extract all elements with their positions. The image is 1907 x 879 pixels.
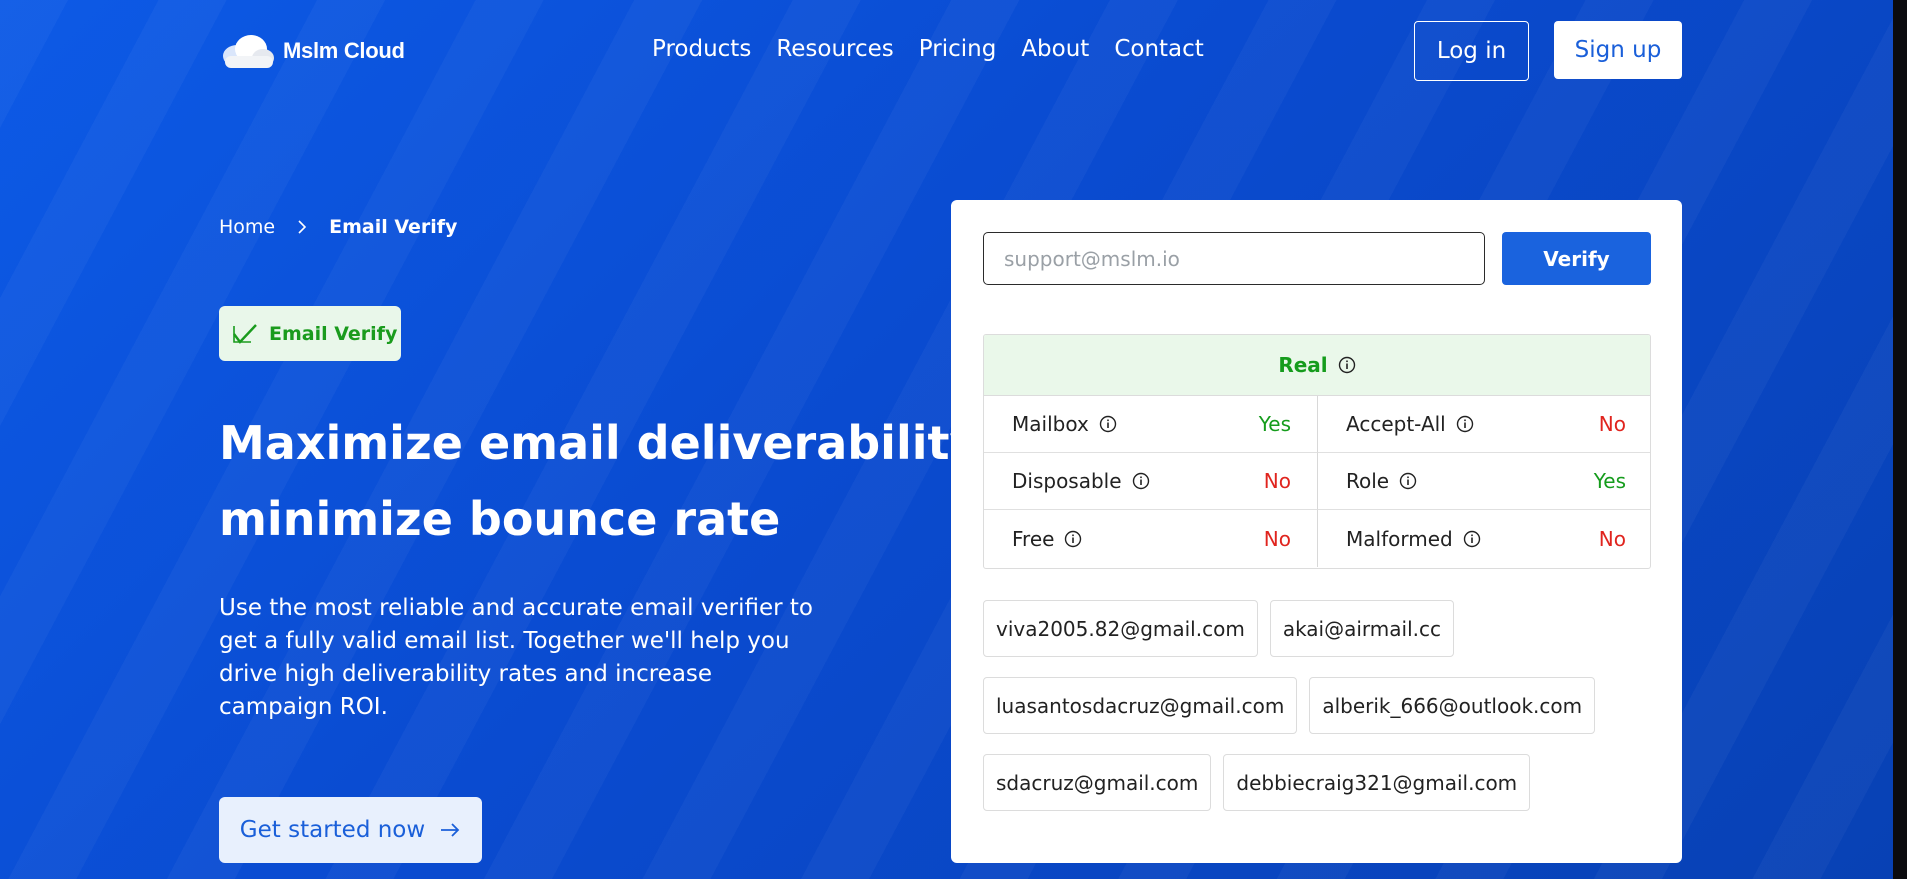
info-icon[interactable] bbox=[1463, 530, 1481, 548]
get-started-button[interactable]: Get started now bbox=[219, 797, 482, 863]
check-label: Malformed bbox=[1346, 526, 1453, 551]
nav-item-pricing[interactable]: Pricing bbox=[919, 36, 997, 62]
check-label: Mailbox bbox=[1012, 412, 1089, 436]
check-role: Role Yes bbox=[1318, 453, 1650, 510]
sample-email-chip[interactable]: viva2005.82@gmail.com bbox=[983, 600, 1258, 657]
check-label: Free bbox=[1012, 526, 1055, 551]
headline-rest-2: bounce rate bbox=[452, 492, 781, 546]
brand-name: Mslm Cloud bbox=[283, 38, 405, 63]
headline-bold-1: Maximize bbox=[219, 416, 463, 470]
nav-item-about[interactable]: About bbox=[1021, 36, 1089, 62]
check-disposable: Disposable No bbox=[984, 453, 1318, 510]
info-icon[interactable] bbox=[1099, 415, 1117, 433]
checks-grid: Mailbox Yes Accept-All No Disposable No … bbox=[984, 396, 1650, 567]
nav-item-products[interactable]: Products bbox=[652, 36, 751, 62]
check-value: Yes bbox=[1258, 412, 1291, 436]
breadcrumb-home[interactable]: Home bbox=[219, 216, 275, 238]
check-label: Accept-All bbox=[1346, 412, 1446, 436]
sample-emails: viva2005.82@gmail.com akai@airmail.cc lu… bbox=[983, 600, 1663, 831]
sample-email-row: viva2005.82@gmail.com akai@airmail.cc bbox=[983, 600, 1663, 657]
check-value: No bbox=[1263, 526, 1291, 551]
info-icon[interactable] bbox=[1064, 530, 1082, 548]
check-accept-all: Accept-All No bbox=[1318, 396, 1650, 453]
nav-item-resources[interactable]: Resources bbox=[776, 36, 893, 62]
chevron-right-icon bbox=[298, 220, 307, 234]
signup-button[interactable]: Sign up bbox=[1554, 21, 1682, 79]
sample-email-chip[interactable]: akai@airmail.cc bbox=[1269, 600, 1454, 657]
check-label: Disposable bbox=[1012, 469, 1122, 493]
main-nav: Products Resources Pricing About Contact bbox=[652, 36, 1204, 62]
info-icon[interactable] bbox=[1132, 472, 1150, 490]
sample-email-chip[interactable]: debbiecraig321@gmail.com bbox=[1223, 754, 1531, 811]
cta-label: Get started now bbox=[239, 817, 426, 843]
check-value: No bbox=[1598, 526, 1626, 551]
check-mailbox: Mailbox Yes bbox=[984, 396, 1318, 453]
sample-email-chip[interactable]: alberik_666@outlook.com bbox=[1309, 677, 1596, 734]
check-value: No bbox=[1263, 469, 1291, 493]
result-status: Real bbox=[984, 335, 1650, 396]
result-status-label: Real bbox=[1278, 353, 1328, 377]
sample-email-row: luasantosdacruz@gmail.com alberik_666@ou… bbox=[983, 677, 1663, 734]
breadcrumb: Home Email Verify bbox=[219, 216, 457, 238]
verify-button[interactable]: Verify bbox=[1502, 232, 1651, 285]
verifier-card: Verify Real Mailbox Yes Accept-All No bbox=[951, 200, 1682, 863]
headline-rest-1: email deliverability, bbox=[462, 416, 994, 470]
check-value: Yes bbox=[1593, 469, 1626, 493]
sample-email-chip[interactable]: sdacruz@gmail.com bbox=[983, 754, 1212, 811]
check-value: No bbox=[1598, 412, 1626, 436]
info-icon[interactable] bbox=[1338, 356, 1356, 374]
check-free: Free No bbox=[984, 510, 1318, 567]
info-icon[interactable] bbox=[1456, 415, 1474, 433]
sample-email-row: sdacruz@gmail.com debbiecraig321@gmail.c… bbox=[983, 754, 1663, 811]
hero-description: Use the most reliable and accurate email… bbox=[219, 595, 813, 720]
window-edge bbox=[1893, 0, 1907, 879]
brand-logo[interactable]: Mslm Cloud bbox=[219, 34, 405, 68]
sample-email-chip[interactable]: luasantosdacruz@gmail.com bbox=[983, 677, 1298, 734]
cloud-icon bbox=[223, 35, 274, 68]
hero-headline: Maximize email deliverability, minimize … bbox=[219, 405, 993, 557]
check-label: Role bbox=[1346, 469, 1390, 493]
check-mark-icon bbox=[233, 323, 257, 344]
login-button[interactable]: Log in bbox=[1414, 21, 1529, 81]
info-icon[interactable] bbox=[1399, 472, 1417, 490]
email-input[interactable] bbox=[983, 232, 1485, 285]
check-malformed: Malformed No bbox=[1318, 510, 1650, 567]
badge-label: Email Verify bbox=[269, 322, 398, 345]
verification-result: Real Mailbox Yes Accept-All No Disposabl… bbox=[983, 334, 1651, 569]
feature-badge: Email Verify bbox=[219, 306, 401, 361]
headline-bold-2: minimize bbox=[219, 492, 453, 546]
nav-item-contact[interactable]: Contact bbox=[1114, 36, 1203, 62]
breadcrumb-current: Email Verify bbox=[329, 216, 458, 238]
arrow-right-icon bbox=[441, 823, 460, 837]
